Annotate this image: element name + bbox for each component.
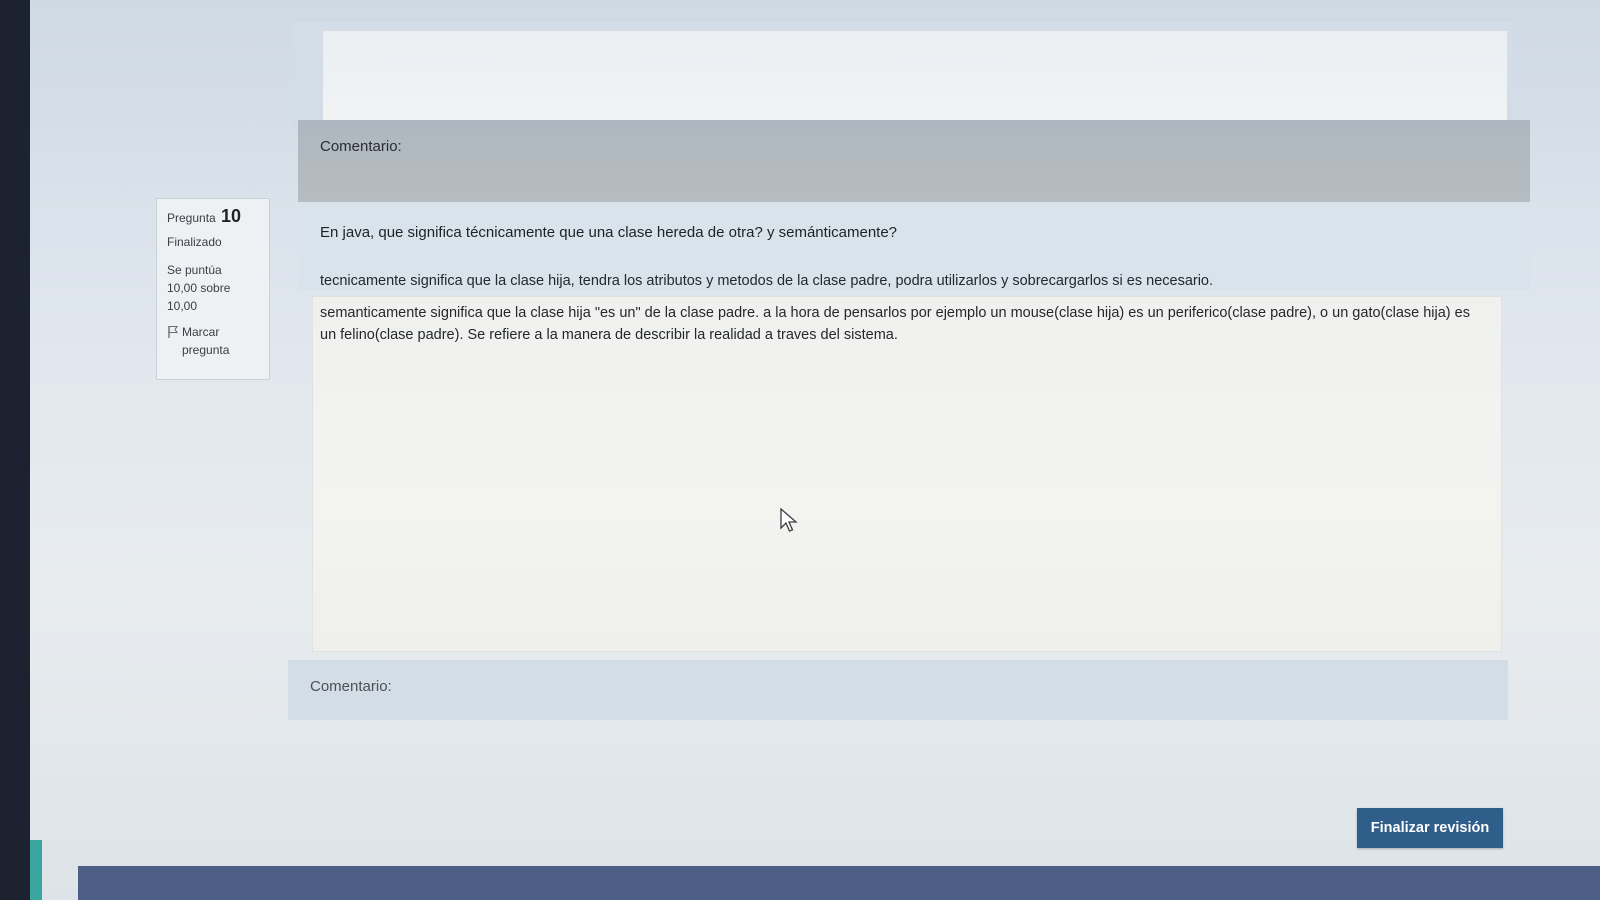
flag-icon [168, 325, 179, 338]
grade-line-3: 10,00 [167, 299, 198, 313]
question-text: En java, que significa técnicamente que … [320, 224, 898, 241]
question-prefix: Pregunta [167, 211, 216, 225]
answer-paragraph-1: tecnicamente significa que la clase hija… [320, 273, 1214, 289]
flag-question-link[interactable]: Marcar pregunta [167, 323, 259, 359]
previous-comment-label: Comentario: [320, 138, 402, 155]
answer-box [312, 296, 1502, 652]
finish-review-button[interactable]: Finalizar revisión [1357, 808, 1503, 848]
footer-bar [78, 866, 1600, 900]
review-page: Comentario: Pregunta 10 Finalizado Se pu… [30, 0, 1600, 900]
grade-line-2: 10,00 sobre [167, 281, 231, 295]
question-info-block: Pregunta 10 Finalizado Se puntúa 10,00 s… [156, 198, 270, 380]
grade-line-1: Se puntúa [167, 263, 222, 277]
flag-label-line-1: Marcar [182, 325, 220, 339]
flag-label-line-2: pregunta [182, 343, 230, 357]
mouse-pointer-icon [780, 508, 798, 532]
answer-paragraph-2: semanticamente significa que la clase hi… [320, 305, 1470, 343]
comment-bar [288, 660, 1508, 720]
previous-answer-box [322, 30, 1508, 126]
question-number: 10 [221, 206, 242, 226]
question-state: Finalizado [167, 235, 222, 249]
question-grade: Se puntúa 10,00 sobre 10,00 [167, 261, 259, 315]
comment-label: Comentario: [310, 678, 392, 695]
question-number-row: Pregunta 10 [167, 207, 259, 227]
previous-comment-bar [298, 120, 1530, 202]
left-accent-strip [30, 840, 42, 900]
